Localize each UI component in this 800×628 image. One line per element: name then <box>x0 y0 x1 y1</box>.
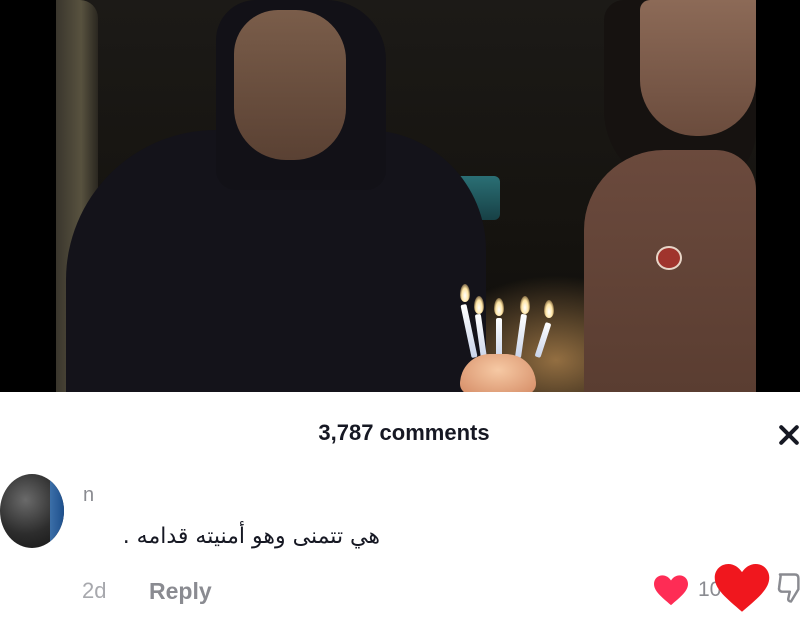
candle-flame <box>544 300 554 318</box>
sweater-badge <box>656 246 682 270</box>
reply-button[interactable]: Reply <box>149 578 212 605</box>
comment-username[interactable]: n <box>83 484 94 507</box>
candle-flame <box>474 296 484 314</box>
candle <box>514 313 528 359</box>
comment-time: 2d <box>82 578 107 603</box>
candle-flame <box>520 296 530 314</box>
video-frame[interactable] <box>0 0 800 392</box>
comments-sheet: 3,787 comments n هي تتمنى وهو أمنيته قدا… <box>0 392 800 628</box>
face-right <box>640 0 756 136</box>
candle-flame <box>494 298 504 316</box>
thumbs-down-icon[interactable] <box>776 572 800 604</box>
comments-count-title: 3,787 comments <box>318 420 490 445</box>
birthday-cake <box>460 354 536 392</box>
face-left <box>234 10 346 160</box>
candle-flame <box>460 284 470 302</box>
close-icon[interactable] <box>776 422 800 448</box>
video-scene <box>56 0 756 392</box>
heart-icon <box>714 564 770 612</box>
person-right <box>584 150 756 392</box>
comment-text: هي تتمنى وهو أمنيته قدامه . <box>122 524 380 549</box>
candle <box>534 321 552 359</box>
heart-icon[interactable] <box>654 574 688 608</box>
